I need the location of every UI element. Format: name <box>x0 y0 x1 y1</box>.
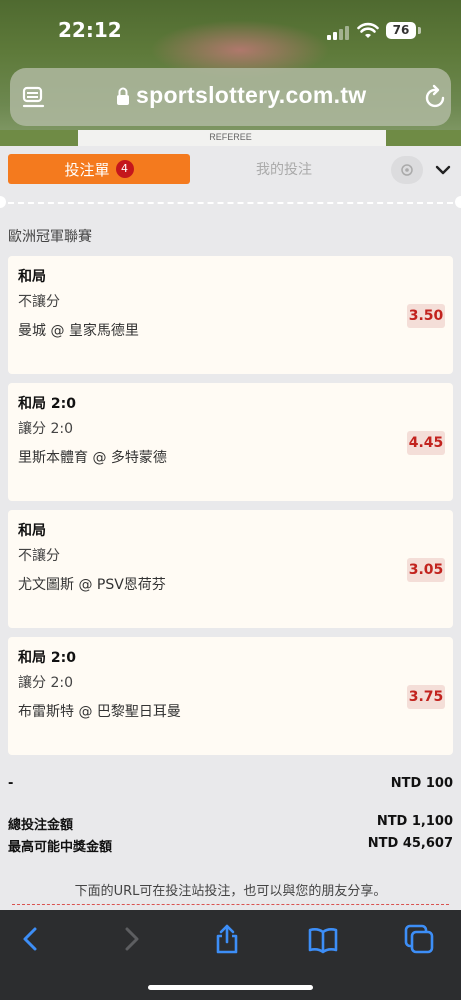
cellular-signal-icon <box>327 26 351 40</box>
bet-handicap: 不讓分 <box>18 294 60 310</box>
share-note: 下面的URL可在投注站投注，也可以與您的朋友分享。 <box>74 884 387 899</box>
bet-match: 曼城 @ 皇家馬德里 <box>18 323 139 339</box>
tabs-icon[interactable] <box>404 924 434 954</box>
separator-notch-right <box>455 196 461 208</box>
total-stake-value: NTD 1,100 <box>376 814 453 829</box>
bet-odds[interactable]: 3.05 <box>407 558 445 582</box>
forward-icon[interactable] <box>116 924 146 954</box>
bet-card[interactable]: 和局 2:0 讓分 2:0 里斯本體育 @ 多特蒙德 4.45 <box>8 383 453 501</box>
bet-odds[interactable]: 4.45 <box>407 431 445 455</box>
bet-odds[interactable]: 3.50 <box>407 304 445 328</box>
address-bar[interactable]: sportslottery.com.tw <box>10 68 451 126</box>
stake-value: NTD 100 <box>390 776 453 791</box>
tab-bet-slip-label: 投注單 <box>64 160 110 179</box>
gear-icon <box>401 164 413 176</box>
bet-match: 里斯本體育 @ 多特蒙德 <box>18 450 167 466</box>
bookmarks-icon[interactable] <box>308 924 338 954</box>
back-icon[interactable] <box>16 924 46 954</box>
bet-match: 尤文圖斯 @ PSV恩荷芬 <box>18 577 166 593</box>
bet-handicap: 讓分 2:0 <box>18 675 73 691</box>
total-stake-label: 總投注金額 <box>8 818 74 833</box>
bet-card[interactable]: 和局 2:0 讓分 2:0 布雷斯特 @ 巴黎聖日耳曼 3.75 <box>8 637 453 755</box>
stake-label: - <box>8 776 14 791</box>
bet-card[interactable]: 和局 不讓分 尤文圖斯 @ PSV恩荷芬 3.05 <box>8 510 453 628</box>
bet-card[interactable]: 和局 不讓分 曼城 @ 皇家馬德里 3.50 <box>8 256 453 374</box>
tab-bet-slip[interactable]: 投注單 4 <box>8 154 190 184</box>
reload-icon[interactable] <box>424 84 448 110</box>
battery-tip <box>418 27 421 34</box>
status-bar: 22:12 76 <box>0 0 461 60</box>
tab-my-bets[interactable]: 我的投注 <box>200 154 368 184</box>
referee-label: REFEREE <box>209 132 252 142</box>
page-header-strip: REFEREE <box>0 130 461 146</box>
home-indicator <box>148 985 313 990</box>
bet-market: 和局 2:0 <box>18 396 76 412</box>
max-win-value: NTD 45,607 <box>367 836 453 851</box>
dashed-separator <box>8 202 453 204</box>
chevron-down-icon[interactable] <box>434 161 452 179</box>
lock-icon <box>117 87 129 105</box>
bet-market: 和局 <box>18 269 46 285</box>
share-divider <box>12 904 449 905</box>
bet-odds[interactable]: 3.75 <box>407 685 445 709</box>
bet-market: 和局 <box>18 523 46 539</box>
bet-match: 布雷斯特 @ 巴黎聖日耳曼 <box>18 704 181 720</box>
bet-slip-panel: 投注單 4 我的投注 歐洲冠軍聯賽 和局 不讓分 曼城 @ 皇家馬德里 3.50… <box>0 146 461 910</box>
separator-notch-left <box>0 196 6 208</box>
url-text[interactable]: sportslottery.com.tw <box>136 82 367 109</box>
bet-handicap: 讓分 2:0 <box>18 421 73 437</box>
bet-market: 和局 2:0 <box>18 650 76 666</box>
bet-handicap: 不讓分 <box>18 548 60 564</box>
battery-level: 76 <box>386 22 416 39</box>
settings-button[interactable] <box>391 156 423 184</box>
status-time: 22:12 <box>58 18 122 42</box>
league-title: 歐洲冠軍聯賽 <box>8 229 92 245</box>
bet-count-badge: 4 <box>115 160 134 178</box>
share-icon[interactable] <box>212 924 242 954</box>
page-menu-icon[interactable] <box>22 85 46 109</box>
wifi-icon <box>357 22 379 38</box>
max-win-label: 最高可能中獎金額 <box>8 840 113 855</box>
